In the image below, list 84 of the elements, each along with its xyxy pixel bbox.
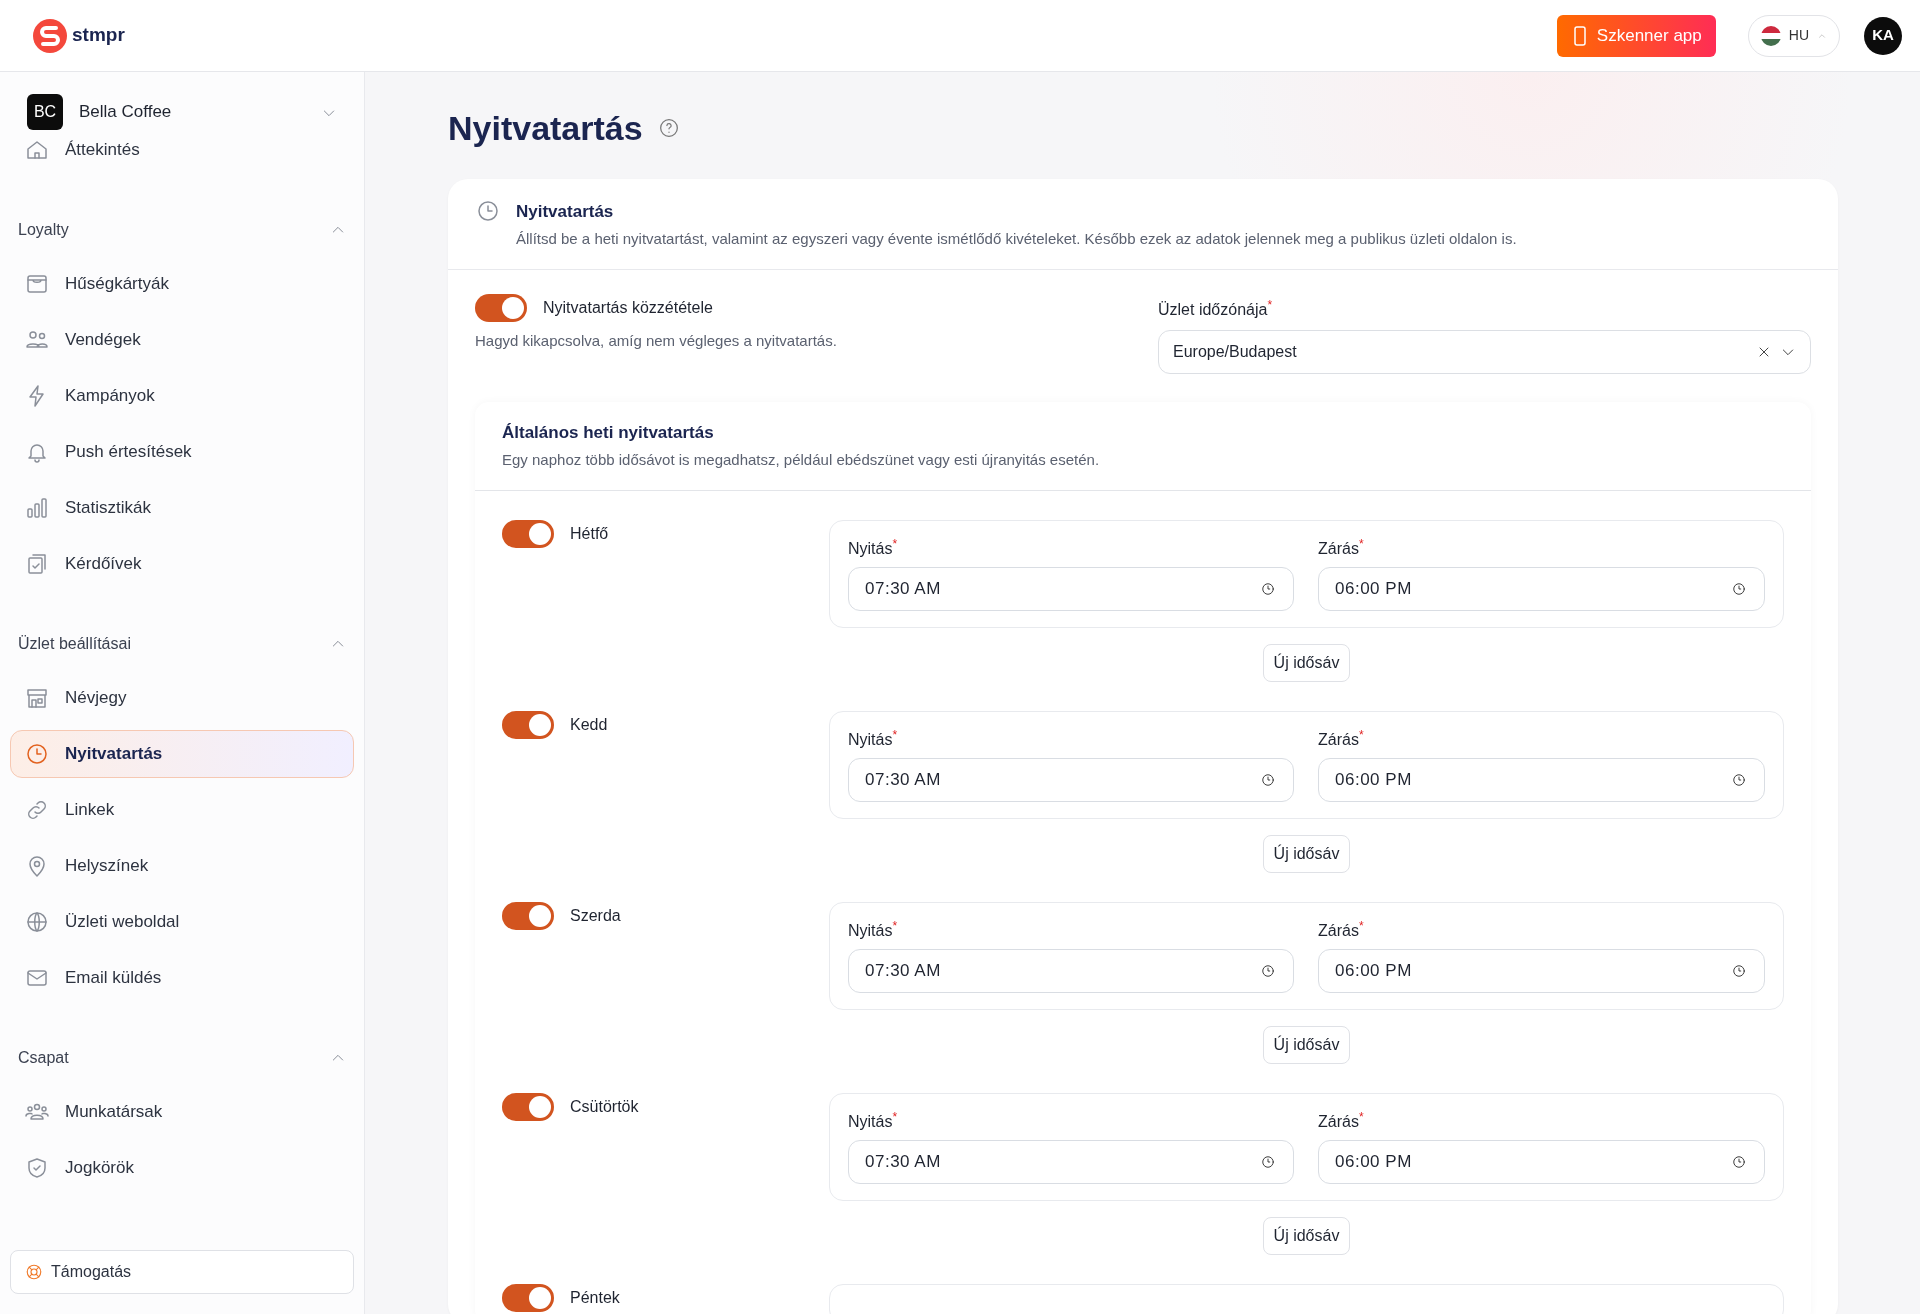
clock-icon xyxy=(1732,581,1746,596)
sidebar-item[interactable]: Kampányok xyxy=(10,372,354,420)
section-title: Csapat xyxy=(18,1048,69,1068)
sidebar-item[interactable]: Vendégek xyxy=(10,316,354,364)
help-icon xyxy=(658,118,679,139)
add-time-slot-button[interactable]: Új idősáv xyxy=(1262,834,1351,873)
logo-text: stmpr xyxy=(72,23,125,48)
home-icon xyxy=(25,138,49,162)
time-input[interactable]: 06:00 PM xyxy=(1318,757,1765,802)
sidebar-item[interactable]: Névjegy xyxy=(10,674,354,722)
lifebuoy-icon xyxy=(25,1263,43,1281)
section-description: Egy naphoz több idősávot is megadhatsz, például ebédszünet vagy esti újranyitás esetén. xyxy=(502,450,1101,471)
field-label: Zárás$^{*}$ xyxy=(1318,539,1364,557)
section-title: Üzlet beállításai xyxy=(18,634,131,654)
day-name: Szerda xyxy=(570,905,621,926)
publish-toggle[interactable] xyxy=(475,293,527,322)
field-label: Nyitás$^{*}$ xyxy=(848,539,898,557)
section-title: Loyalty xyxy=(18,220,69,240)
clock-icon xyxy=(25,742,49,766)
sidebar-item[interactable]: Linkek xyxy=(10,786,354,834)
shield-icon xyxy=(25,1156,49,1180)
clipboard-icon xyxy=(25,552,49,576)
sidebar-item[interactable]: Jogkörök xyxy=(10,1144,354,1192)
clock-icon xyxy=(1732,772,1746,787)
timezone-select[interactable]: Europe/Budapest xyxy=(1158,329,1811,374)
field-label: Nyitás$^{*}$ xyxy=(848,921,898,939)
clock-icon xyxy=(1732,963,1746,978)
day-name: Hétfő xyxy=(570,523,609,544)
link-icon xyxy=(25,798,49,822)
language-selector[interactable]: HU xyxy=(1747,14,1840,57)
card-description: Állítsd be a heti nyitvatartást, valamint az egyszeri vagy évente ismétlődő kivételeket. Később ezek az adatok jelennek meg a publikus üzleti oldalon is. xyxy=(516,229,1517,250)
field-label: Zárás$^{*}$ xyxy=(1318,730,1364,748)
sidebar-item[interactable]: Statisztikák xyxy=(10,484,354,532)
sidebar-item[interactable]: Nyitvatartás xyxy=(10,730,354,778)
store-icon xyxy=(25,686,49,710)
globe-icon xyxy=(25,910,49,934)
logo-icon xyxy=(32,17,68,54)
clock-icon xyxy=(1732,1154,1746,1169)
field-label: Zárás$^{*}$ xyxy=(1318,921,1364,939)
time-input[interactable]: 06:00 PM xyxy=(1318,948,1765,993)
sidebar-item[interactable]: Email küldés xyxy=(10,954,354,1002)
field-label: Nyitás$^{*}$ xyxy=(848,1112,898,1130)
field-label: Nyitás$^{*}$ xyxy=(848,730,898,748)
day-name: Csütörtök xyxy=(570,1096,639,1117)
add-time-slot-button[interactable]: Új idősáv xyxy=(1262,1025,1351,1064)
day-toggle[interactable] xyxy=(502,901,554,930)
time-input[interactable]: 07:30 AM xyxy=(848,948,1295,993)
scanner-app-button[interactable]: Szkenner app xyxy=(1556,14,1716,57)
user-avatar[interactable]: KA xyxy=(1864,16,1902,55)
sidebar-item[interactable]: Munkatársak xyxy=(10,1088,354,1136)
time-input[interactable]: 07:30 AM xyxy=(848,757,1295,802)
clock-icon xyxy=(1261,963,1276,978)
sidebar-item[interactable]: Kérdőívek xyxy=(10,540,354,588)
time-input[interactable]: 07:30 AM xyxy=(848,1139,1295,1184)
time-input[interactable]: 06:00 PM xyxy=(1318,1139,1765,1184)
day-toggle[interactable] xyxy=(502,1283,554,1312)
support-button[interactable]: Támogatás xyxy=(10,1250,354,1294)
clock-icon xyxy=(1261,1154,1276,1169)
field-label: Üzlet időzónája$^{*}$ xyxy=(1158,300,1273,318)
day-name: Kedd xyxy=(570,714,608,735)
flag-icon xyxy=(1760,25,1781,46)
field-label: Zárás$^{*}$ xyxy=(1318,1112,1364,1130)
clock-icon xyxy=(1261,581,1276,596)
bar-chart-icon xyxy=(25,496,49,520)
help-text: Hagyd kikapcsolva, amíg nem végleges a nyitvatartás. xyxy=(475,330,838,351)
clock-icon xyxy=(1261,772,1276,787)
day-toggle[interactable] xyxy=(502,519,554,548)
toggle-label: Nyitvatartás közzététele xyxy=(543,297,713,318)
day-toggle[interactable] xyxy=(502,710,554,739)
sidebar-item[interactable]: Push értesítések xyxy=(10,428,354,476)
sidebar-item[interactable]: Helyszínek xyxy=(10,842,354,890)
add-time-slot-button[interactable]: Új idősáv xyxy=(1262,1216,1351,1255)
day-toggle[interactable] xyxy=(502,1092,554,1121)
sidebar-item[interactable]: Üzleti weboldal xyxy=(10,898,354,946)
day-name: Péntek xyxy=(570,1287,620,1308)
time-input[interactable]: 07:30 AM xyxy=(848,566,1295,611)
card-title: Nyitvatartás xyxy=(516,200,615,223)
clock-icon xyxy=(476,198,500,223)
card-icon xyxy=(25,272,49,296)
section-title: Általános heti nyitvatartás xyxy=(502,421,715,444)
page-title: Nyitvatartás xyxy=(448,108,643,149)
add-time-slot-button[interactable]: Új idősáv xyxy=(1262,643,1351,682)
sidebar-item[interactable]: Hűségkártyák xyxy=(10,260,354,308)
time-input[interactable]: 06:00 PM xyxy=(1318,566,1765,611)
